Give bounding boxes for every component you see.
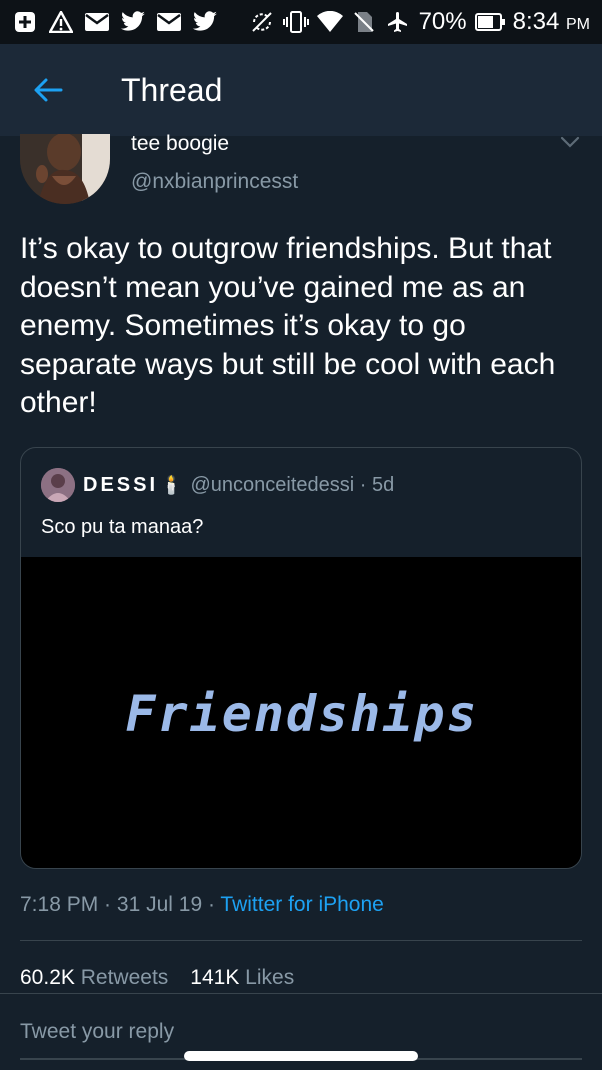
quoted-tweet-header: DESSI 🕯️ @unconceitedessi · 5d: [41, 468, 394, 502]
likes-count[interactable]: 141K Likes: [190, 966, 294, 990]
battery-icon: [474, 11, 505, 33]
quoted-tweet-media[interactable]: Friendships: [21, 557, 581, 868]
tweet-author: tee boogie @nxbianprincesst: [20, 132, 582, 216]
divider: [20, 940, 582, 941]
chevron-down-icon: [560, 136, 580, 148]
page-title: Thread: [121, 71, 223, 108]
quoted-author-name: DESSI: [83, 473, 159, 496]
reply-input[interactable]: Tweet your reply: [20, 1020, 174, 1044]
tweet-stats: 60.2K Retweets 141K Likes: [20, 966, 294, 990]
candle-emoji: 🕯️: [160, 474, 183, 495]
airplane-icon: [385, 11, 411, 33]
warning-icon: [48, 11, 74, 33]
mail-icon: [84, 11, 110, 33]
author-handle[interactable]: @nxbianprincesst: [131, 170, 298, 194]
add-icon: [12, 11, 38, 33]
back-button[interactable]: [18, 60, 78, 120]
status-icons-right: 70% 8:34 PM: [249, 8, 590, 36]
quoted-author-handle: @unconceitedessi · 5d: [190, 473, 395, 496]
battery-percent: 70%: [418, 8, 467, 35]
home-indicator[interactable]: [184, 1051, 418, 1061]
quoted-tweet[interactable]: DESSI 🕯️ @unconceitedessi · 5d Sco pu ta…: [20, 447, 582, 869]
sync-off-icon: [249, 11, 275, 33]
author-name[interactable]: tee boogie: [131, 132, 229, 156]
twitter-bird-icon: [120, 11, 146, 33]
app-bar: Thread: [0, 44, 602, 136]
tweet-meta: 7:18 PM · 31 Jul 19 · Twitter for iPhone: [20, 893, 384, 916]
clock: 8:34 PM: [512, 8, 590, 35]
tweet-date: 31 Jul 19: [116, 893, 203, 916]
status-bar: 70% 8:34 PM: [0, 0, 602, 44]
reply-bar: Tweet your reply: [0, 993, 602, 1070]
quoted-tweet-text: Sco pu ta manaa?: [41, 516, 204, 538]
media-caption: Friendships: [125, 684, 479, 743]
wifi-icon: [316, 11, 343, 33]
more-options-button[interactable]: [558, 134, 582, 154]
vibrate-icon: [282, 11, 309, 33]
avatar: [41, 468, 75, 502]
mail-icon: [156, 11, 182, 33]
retweets-count[interactable]: 60.2K Retweets: [20, 966, 168, 990]
arrow-left-icon: [34, 78, 63, 102]
twitter-bird-icon: [192, 11, 218, 33]
tweet-text: It’s okay to outgrow friendships. But th…: [20, 232, 556, 419]
tweet-source-link[interactable]: Twitter for iPhone: [220, 893, 383, 916]
tweet-time: 7:18 PM: [20, 893, 99, 916]
status-icons-left: [12, 11, 218, 33]
no-sim-icon: [351, 11, 377, 33]
avatar[interactable]: [20, 134, 110, 204]
